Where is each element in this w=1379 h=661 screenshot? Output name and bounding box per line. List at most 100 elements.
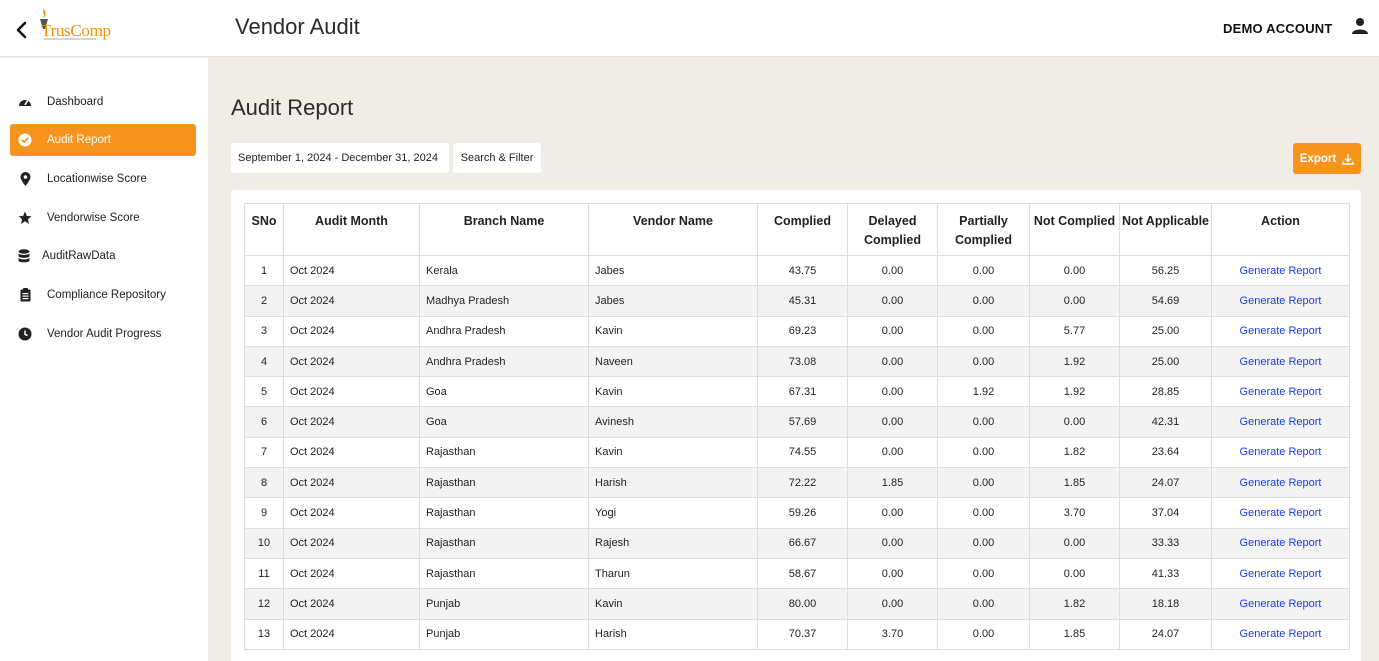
generate-report-link[interactable]: Generate Report	[1211, 467, 1350, 499]
sidebar-item-label: Locationwise Score	[47, 173, 147, 185]
generate-report-link[interactable]: Generate Report	[1211, 406, 1350, 438]
cell-complied: 69.23	[757, 315, 848, 347]
generate-report-link[interactable]: Generate Report	[1211, 618, 1350, 650]
cell-audit-month: Oct 2024	[283, 436, 420, 469]
chevron-left-icon[interactable]	[13, 20, 31, 40]
cell-audit-month: Oct 2024	[283, 588, 420, 620]
cell-partially-complied: 0.00	[937, 315, 1030, 347]
cell-audit-month: Oct 2024	[283, 254, 420, 287]
table-row: 1 Oct 2024 Kerala Jabes 43.75 0.00 0.00 0.00 56.…	[244, 254, 1350, 287]
generate-report-link[interactable]: Generate Report	[1211, 588, 1350, 620]
generate-report-link[interactable]: Generate Report	[1211, 497, 1350, 529]
table-row: 8 Oct 2024 Rajasthan Harish 72.22 1.85 0.00 1.8…	[244, 467, 1350, 499]
cell-not-complied: 1.82	[1029, 588, 1120, 620]
download-icon	[1342, 153, 1354, 165]
cell-audit-month: Oct 2024	[283, 315, 420, 347]
cell-vendor-name: Kavin	[588, 376, 758, 408]
export-button[interactable]: Export	[1293, 143, 1361, 174]
generate-report-link[interactable]: Generate Report	[1211, 557, 1350, 590]
cell-partially-complied: 0.00	[937, 406, 1030, 438]
cell-complied: 58.67	[757, 557, 848, 590]
cell-branch-name: Rajasthan	[419, 497, 589, 529]
sidebar-item-compliance-repository[interactable]: Compliance Repository	[10, 279, 196, 311]
generate-report-link[interactable]: Generate Report	[1211, 345, 1350, 378]
table-row: 10 Oct 2024 Rajasthan Rajesh 66.67 0.00 0.00 0.…	[244, 527, 1350, 559]
search-filter-button[interactable]: Search & Filter	[453, 143, 541, 173]
cell-delayed-complied: 0.00	[847, 588, 938, 620]
generate-report-link[interactable]: Generate Report	[1211, 436, 1350, 469]
sidebar-item-dashboard[interactable]: Dashboard	[10, 86, 196, 118]
cell-branch-name: Goa	[419, 406, 589, 438]
sidebar-item-label: Audit Report	[47, 134, 111, 146]
sidebar-item-vendorwise-score[interactable]: Vendorwise Score	[10, 202, 196, 234]
cell-sno: 11	[244, 557, 284, 590]
cell-not-applicable: 24.07	[1119, 618, 1212, 650]
clipboard-icon	[18, 288, 32, 302]
database-icon	[17, 249, 31, 263]
cell-not-applicable: 25.00	[1119, 345, 1212, 378]
date-range-picker[interactable]: September 1, 2024 - December 31, 2024	[231, 143, 449, 173]
cell-audit-month: Oct 2024	[283, 345, 420, 378]
column-header: Audit Month	[283, 203, 420, 256]
clock-icon	[18, 327, 32, 341]
generate-report-link[interactable]: Generate Report	[1211, 315, 1350, 347]
generate-report-link[interactable]: Generate Report	[1211, 254, 1350, 287]
cell-not-complied: 0.00	[1029, 285, 1120, 317]
table-row: 9 Oct 2024 Rajasthan Yogi 59.26 0.00 0.00 3.70 3…	[244, 497, 1350, 529]
cell-partially-complied: 0.00	[937, 618, 1030, 650]
cell-audit-month: Oct 2024	[283, 557, 420, 590]
cell-complied: 43.75	[757, 254, 848, 287]
account-name[interactable]: DEMO ACCOUNT	[1223, 21, 1333, 36]
cell-not-applicable: 37.04	[1119, 497, 1212, 529]
table-row: 13 Oct 2024 Punjab Harish 70.37 3.70 0.00 1.85 2…	[244, 618, 1350, 650]
cell-delayed-complied: 0.00	[847, 254, 938, 287]
cell-sno: 12	[244, 588, 284, 620]
column-header: Complied	[757, 203, 848, 256]
cell-not-applicable: 23.64	[1119, 436, 1212, 469]
cell-not-complied: 1.85	[1029, 467, 1120, 499]
generate-report-link[interactable]: Generate Report	[1211, 285, 1350, 317]
cell-vendor-name: Harish	[588, 618, 758, 650]
page-title: Vendor Audit	[235, 14, 360, 39]
dashboard-icon	[18, 95, 32, 109]
logo-tagline	[44, 38, 96, 40]
sidebar-item-label: Vendor Audit Progress	[47, 328, 162, 340]
table-row: 3 Oct 2024 Andhra Pradesh Kavin 69.23 0.00 0.0…	[244, 315, 1350, 347]
table-row: 11 Oct 2024 Rajasthan Tharun 58.67 0.00 0.00 0.…	[244, 557, 1350, 590]
cell-delayed-complied: 0.00	[847, 285, 938, 317]
cell-branch-name: Rajasthan	[419, 436, 589, 469]
cell-branch-name: Madhya Pradesh	[419, 285, 589, 317]
cell-not-complied: 5.77	[1029, 315, 1120, 347]
cell-partially-complied: 0.00	[937, 285, 1030, 317]
user-icon[interactable]	[1351, 17, 1369, 35]
cell-delayed-complied: 0.00	[847, 527, 938, 559]
cell-branch-name: Rajasthan	[419, 527, 589, 559]
column-header: Partially Complied	[937, 203, 1030, 256]
sidebar-item-locationwise-score[interactable]: Locationwise Score	[10, 163, 196, 195]
cell-partially-complied: 0.00	[937, 527, 1030, 559]
generate-report-link[interactable]: Generate Report	[1211, 376, 1350, 408]
cell-vendor-name: Rajesh	[588, 527, 758, 559]
cell-branch-name: Rajasthan	[419, 467, 589, 499]
sidebar-item-label: Dashboard	[47, 96, 104, 108]
generate-report-link[interactable]: Generate Report	[1211, 527, 1350, 559]
cell-complied: 70.37	[757, 618, 848, 650]
sidebar-item-vendor-audit-progress[interactable]: Vendor Audit Progress	[10, 318, 196, 350]
cell-branch-name: Rajasthan	[419, 557, 589, 590]
cell-complied: 66.67	[757, 527, 848, 559]
cell-complied: 73.08	[757, 345, 848, 378]
cell-delayed-complied: 0.00	[847, 406, 938, 438]
cell-sno: 10	[244, 527, 284, 559]
column-header: SNo	[244, 203, 284, 256]
sidebar-item-audit-report[interactable]: Audit Report	[10, 124, 196, 156]
cell-branch-name: Andhra Pradesh	[419, 315, 589, 347]
cell-partially-complied: 0.00	[937, 557, 1030, 590]
cell-audit-month: Oct 2024	[283, 285, 420, 317]
cell-partially-complied: 0.00	[937, 254, 1030, 287]
top-bar: TrusComp Vendor Audit DEMO ACCOUNT	[0, 0, 1379, 57]
sidebar-item-auditrawdata[interactable]: AuditRawData	[10, 240, 196, 272]
cell-complied: 74.55	[757, 436, 848, 469]
cell-sno: 2	[244, 285, 284, 317]
table-body: 1 Oct 2024 Kerala Jabes 43.75 0.00 0.00 0.00 56.…	[244, 254, 1350, 650]
cell-not-applicable: 42.31	[1119, 406, 1212, 438]
